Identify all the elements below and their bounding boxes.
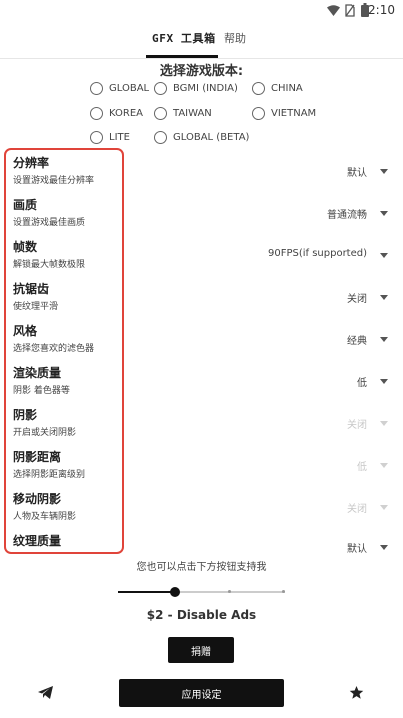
radio-label: BGMI (INDIA) [173,82,238,94]
slider-fill [118,591,175,593]
radio-option-global-beta[interactable]: GLOBAL (BETA) [154,128,249,146]
setting-description: 开启或关闭阴影 [13,428,77,438]
setting-label: 渲染质量 [13,366,62,380]
setting-label: 抗锯齿 [13,282,50,296]
setting-value[interactable]: 低 [357,374,367,389]
chevron-down-icon[interactable] [380,211,388,216]
radio-label: LITE [109,131,130,143]
setting-value[interactable]: 普通流畅 [327,206,367,221]
radio-circle [154,106,167,120]
chevron-down-icon [380,421,388,426]
radio-label: TAIWAN [173,107,212,119]
no-sim-icon [345,4,355,17]
radio-option-vietnam[interactable]: VIETNAM [252,104,316,122]
setting-label: 画质 [13,198,38,212]
setting-value[interactable]: 默认 [347,164,367,179]
setting-label: 分辨率 [13,156,50,170]
radio-option-bgmi[interactable]: BGMI (INDIA) [154,79,238,97]
setting-label: 移动阴影 [13,492,62,506]
setting-description: 解锁最大帧数极限 [13,260,86,270]
support-text: 您也可以点击下方按钮支持我 [136,562,267,573]
radio-option-global[interactable]: GLOBAL [90,79,149,97]
tab-indicator [146,55,218,58]
setting-description: 设置游戏最佳画质 [13,218,86,228]
setting-label: 阴影距离 [13,450,62,464]
apply-settings-button[interactable]: 应用设定 [119,679,284,707]
chevron-down-icon[interactable] [380,295,388,300]
tab-help[interactable]: 帮助 [224,30,246,46]
tab-bar: GFX 工具箱 帮助 [0,22,403,59]
setting-description: 人物及车辆阴影 [13,512,77,522]
radio-label: CHINA [271,82,303,94]
slider-thumb[interactable] [170,587,180,597]
setting-value: 低 [357,462,367,473]
radio-circle [90,106,103,120]
setting-description: 设置游戏最佳分辨率 [13,176,95,186]
radio-circle [154,130,167,144]
setting-label: 风格 [13,324,38,338]
chevron-down-icon[interactable] [380,169,388,174]
radio-circle [90,130,103,144]
chevron-down-icon [380,463,388,468]
setting-description: 选择您喜欢的滤色器 [13,344,95,354]
radio-label: VIETNAM [271,107,317,119]
radio-label: KOREA [109,107,143,119]
setting-value[interactable]: 经典 [347,332,367,347]
setting-description: 使纹理平滑 [13,302,59,312]
donate-button[interactable]: 捐赠 [168,637,234,663]
radio-circle [252,106,265,120]
chevron-down-icon [380,505,388,510]
chevron-down-icon[interactable] [380,379,388,384]
price-label: $2 - Disable Ads [146,608,257,622]
radio-circle [154,81,167,95]
status-time: 2:10 [368,3,395,17]
radio-circle [252,81,265,95]
status-bar: 2:10 [0,0,403,22]
setting-label: 纹理质量 [13,534,62,548]
chevron-down-icon[interactable] [380,545,388,550]
setting-value[interactable]: 默认 [347,540,367,555]
setting-label: 帧数 [13,240,38,254]
chevron-down-icon[interactable] [380,253,388,258]
telegram-icon[interactable] [38,686,53,699]
radio-label: GLOBAL [109,82,150,94]
radio-option-china[interactable]: CHINA [252,79,303,97]
setting-value: 关闭 [347,504,367,515]
chevron-down-icon[interactable] [380,337,388,342]
setting-value[interactable]: 90FPS(if supported) [268,248,367,259]
slider-tick [282,590,285,593]
setting-value[interactable]: 关闭 [347,290,367,305]
radio-label: GLOBAL (BETA) [173,131,250,143]
slider-tick [228,590,231,593]
radio-option-taiwan[interactable]: TAIWAN [154,104,212,122]
version-section-title: 选择游戏版本: [159,64,244,79]
radio-circle [90,81,103,95]
radio-option-lite[interactable]: LITE [90,128,130,146]
radio-option-korea[interactable]: KOREA [90,104,143,122]
star-icon[interactable] [349,685,364,700]
setting-description: 阴影 着色器等 [13,386,70,396]
setting-description: 选择阴影距离级别 [13,470,86,480]
tab-gfx-tool[interactable]: GFX 工具箱 [152,30,216,46]
setting-label: 阴影 [13,408,38,422]
wifi-icon [327,5,340,16]
setting-value: 关闭 [347,420,367,431]
